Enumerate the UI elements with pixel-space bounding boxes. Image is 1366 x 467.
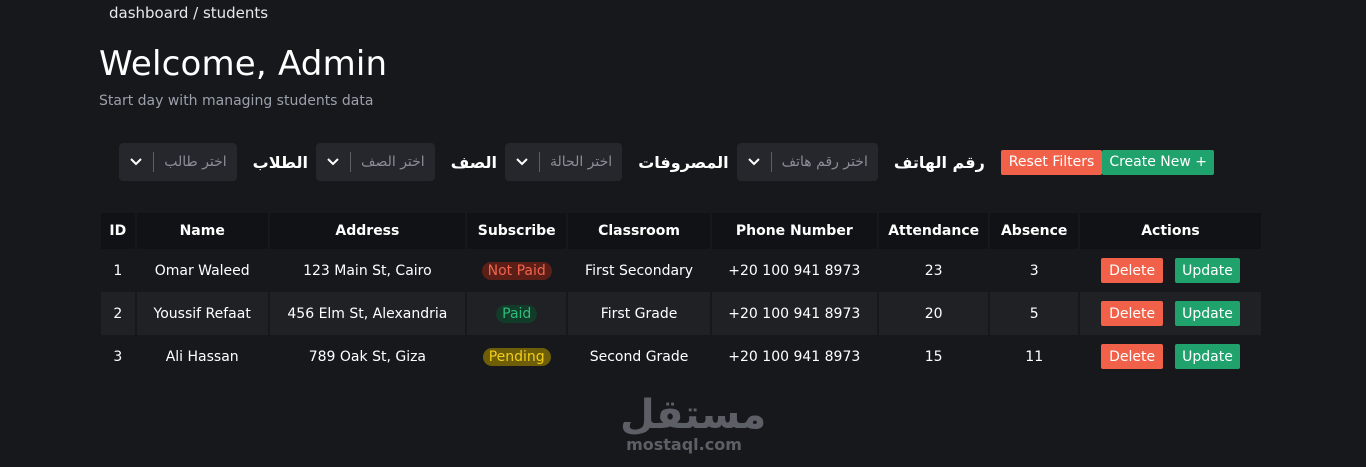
status-badge: Not Paid: [481, 261, 552, 280]
watermark-arabic: مستقل: [620, 392, 767, 438]
cell-subscribe: Pending: [466, 335, 567, 378]
cell-classroom: First Grade: [568, 292, 710, 335]
page: dashboard / students Welcome, Admin Star…: [0, 0, 1366, 467]
table-row: 3 Ali Hassan 789 Oak St, Giza Pending Se…: [101, 335, 1261, 378]
cell-absence: 5: [990, 292, 1078, 335]
select-separator: [153, 152, 155, 172]
select-separator: [770, 152, 772, 172]
status-badge: Paid: [496, 304, 538, 323]
students-table: ID Name Address Subscribe Classroom Phon…: [101, 213, 1265, 378]
cell-attendance: 23: [878, 249, 989, 292]
grade-filter-label: الصف: [450, 152, 497, 172]
column-header-classroom: Classroom: [568, 213, 710, 249]
chevron-down-icon[interactable]: [505, 143, 539, 181]
column-header-absence: Absence: [990, 213, 1078, 249]
cell-id: 1: [101, 249, 135, 292]
create-new-button[interactable]: Create New +: [1102, 149, 1214, 175]
column-header-attendance: Attendance: [878, 213, 989, 249]
grade-filter-placeholder: اختر الصف: [360, 154, 425, 170]
cell-attendance: 20: [878, 292, 989, 335]
table-row: 1 Omar Waleed 123 Main St, Cairo Not Pai…: [101, 249, 1261, 292]
cell-actions: Delete Update: [1079, 335, 1261, 378]
watermark-latin: mostaql.com: [626, 435, 742, 454]
page-subtitle: Start day with managing students data: [99, 93, 374, 109]
chevron-down-icon[interactable]: [737, 143, 771, 181]
fees-filter-placeholder: اختر الحالة: [550, 154, 613, 170]
cell-classroom: First Secondary: [568, 249, 710, 292]
table-header-row: ID Name Address Subscribe Classroom Phon…: [101, 213, 1261, 249]
column-header-subscribe: Subscribe: [466, 213, 567, 249]
fees-filter-select[interactable]: اختر الحالة: [505, 143, 623, 181]
cell-classroom: Second Grade: [568, 335, 710, 378]
table-row: 2 Youssif Refaat 456 Elm St, Alexandria …: [101, 292, 1261, 335]
cell-subscribe: Paid: [466, 292, 567, 335]
mostaql-watermark: مستقل mostaql.com: [620, 392, 767, 454]
cell-address: 123 Main St, Cairo: [269, 249, 465, 292]
cell-phone: +20 100 941 8973: [711, 335, 877, 378]
cell-phone: +20 100 941 8973: [711, 249, 877, 292]
column-header-id: ID: [101, 213, 135, 249]
cell-subscribe: Not Paid: [466, 249, 567, 292]
cell-phone: +20 100 941 8973: [711, 292, 877, 335]
student-filter-label: الطلاب: [252, 152, 308, 172]
chevron-down-icon[interactable]: [316, 143, 350, 181]
delete-button[interactable]: Delete: [1101, 258, 1164, 283]
column-header-address: Address: [269, 213, 465, 249]
student-filter-select[interactable]: اختر طالب: [119, 143, 237, 181]
column-header-name: Name: [136, 213, 268, 249]
grade-filter-select[interactable]: اختر الصف: [315, 143, 435, 181]
update-button[interactable]: Update: [1175, 258, 1240, 283]
cell-attendance: 15: [878, 335, 989, 378]
select-separator: [349, 152, 351, 172]
cell-name: Omar Waleed: [136, 249, 268, 292]
cell-id: 3: [101, 335, 135, 378]
cell-name: Ali Hassan: [136, 335, 268, 378]
phone-filter-label: رقم الهاتف: [893, 152, 985, 172]
breadcrumb[interactable]: dashboard / students: [109, 4, 268, 22]
cell-absence: 11: [990, 335, 1078, 378]
page-title: Welcome, Admin: [99, 44, 388, 84]
phone-filter-placeholder: اختر رقم هاتف: [781, 154, 868, 170]
cell-name: Youssif Refaat: [136, 292, 268, 335]
phone-filter-select[interactable]: اختر رقم هاتف: [736, 143, 878, 181]
cell-actions: Delete Update: [1079, 292, 1261, 335]
student-filter-placeholder: اختر طالب: [164, 154, 227, 170]
fees-filter-label: المصروفات: [638, 152, 729, 172]
delete-button[interactable]: Delete: [1101, 301, 1164, 326]
cell-address: 456 Elm St, Alexandria: [269, 292, 465, 335]
delete-button[interactable]: Delete: [1101, 344, 1164, 369]
column-header-actions: Actions: [1079, 213, 1261, 249]
chevron-down-icon[interactable]: [119, 143, 153, 181]
select-separator: [539, 152, 540, 172]
reset-filters-button[interactable]: Reset Filters: [1000, 149, 1103, 175]
status-badge: Pending: [482, 347, 551, 366]
cell-absence: 3: [990, 249, 1078, 292]
cell-id: 2: [101, 292, 135, 335]
cell-address: 789 Oak St, Giza: [269, 335, 465, 378]
cell-actions: Delete Update: [1079, 249, 1261, 292]
filter-bar: Create New + Reset Filters رقم الهاتف اخ…: [119, 143, 1214, 181]
update-button[interactable]: Update: [1175, 344, 1240, 369]
update-button[interactable]: Update: [1175, 301, 1240, 326]
column-header-phone: Phone Number: [711, 213, 877, 249]
